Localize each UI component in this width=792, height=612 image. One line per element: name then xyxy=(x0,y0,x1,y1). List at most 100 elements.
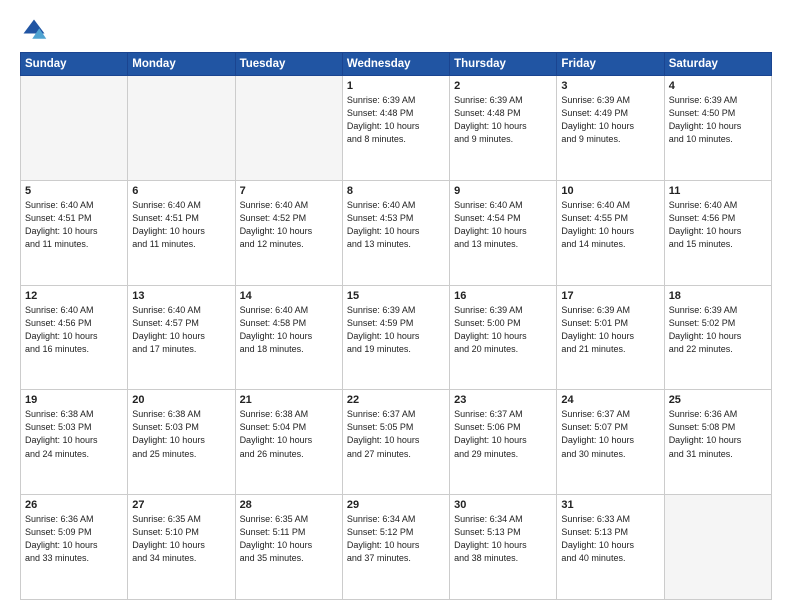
calendar-day-cell: 11 Sunrise: 6:40 AMSunset: 4:56 PMDayligh… xyxy=(664,180,771,285)
day-number: 30 xyxy=(454,499,552,511)
calendar-day-cell: 6 Sunrise: 6:40 AMSunset: 4:51 PMDaylight… xyxy=(128,180,235,285)
calendar-day-cell: 20 Sunrise: 6:38 AMSunset: 5:03 PMDayligh… xyxy=(128,390,235,495)
calendar-day-cell xyxy=(664,495,771,600)
calendar-day-cell: 10Sunrise: 6:40 AMSunset: 4:55 PMDayligh… xyxy=(557,180,664,285)
day-header: Sunday xyxy=(21,53,128,76)
calendar-day-cell: 31 Sunrise: 6:33 AMSunset: 5:13 PMDayligh… xyxy=(557,495,664,600)
day-info: Sunrise: 6:35 AMSunset: 5:10 PMDaylight:… xyxy=(132,513,230,565)
day-info: Sunrise: 6:39 AMSunset: 4:59 PMDaylight:… xyxy=(347,304,445,356)
calendar-day-cell: 2 Sunrise: 6:39 AMSunset: 4:48 PMDaylight… xyxy=(450,76,557,181)
day-info: Sunrise: 6:40 AMSunset: 4:53 PMDaylight:… xyxy=(347,199,445,251)
day-number: 19 xyxy=(25,394,123,406)
day-info: Sunrise: 6:39 AMSunset: 4:49 PMDaylight:… xyxy=(561,94,659,146)
day-info: Sunrise: 6:39 AMSunset: 5:02 PMDaylight:… xyxy=(669,304,767,356)
day-info: Sunrise: 6:40 AMSunset: 4:56 PMDaylight:… xyxy=(669,199,767,251)
day-info: Sunrise: 6:39 AMSunset: 4:48 PMDaylight:… xyxy=(347,94,445,146)
day-info: Sunrise: 6:33 AMSunset: 5:13 PMDaylight:… xyxy=(561,513,659,565)
calendar-header-row: SundayMondayTuesdayWednesdayThursdayFrid… xyxy=(21,53,772,76)
day-info: Sunrise: 6:37 AMSunset: 5:05 PMDaylight:… xyxy=(347,408,445,460)
calendar-day-cell: 7Sunrise: 6:40 AMSunset: 4:52 PMDaylight… xyxy=(235,180,342,285)
day-info: Sunrise: 6:36 AMSunset: 5:08 PMDaylight:… xyxy=(669,408,767,460)
calendar-day-cell: 25 Sunrise: 6:36 AMSunset: 5:08 PMDayligh… xyxy=(664,390,771,495)
calendar-week-row: 5Sunrise: 6:40 AMSunset: 4:51 PMDaylight… xyxy=(21,180,772,285)
day-number: 13 xyxy=(132,290,230,302)
day-number: 27 xyxy=(132,499,230,511)
day-number: 3 xyxy=(561,80,659,92)
day-number: 23 xyxy=(454,394,552,406)
day-info: Sunrise: 6:38 AMSunset: 5:03 PMDaylight:… xyxy=(132,408,230,460)
day-number: 6 xyxy=(132,185,230,197)
day-number: 9 xyxy=(454,185,552,197)
day-info: Sunrise: 6:40 AMSunset: 4:57 PMDaylight:… xyxy=(132,304,230,356)
calendar-day-cell xyxy=(235,76,342,181)
day-info: Sunrise: 6:40 AMSunset: 4:56 PMDaylight:… xyxy=(25,304,123,356)
day-info: Sunrise: 6:40 AMSunset: 4:52 PMDaylight:… xyxy=(240,199,338,251)
calendar-day-cell: 13 Sunrise: 6:40 AMSunset: 4:57 PMDayligh… xyxy=(128,285,235,390)
calendar-day-cell xyxy=(21,76,128,181)
calendar-day-cell: 12 Sunrise: 6:40 AMSunset: 4:56 PMDayligh… xyxy=(21,285,128,390)
day-info: Sunrise: 6:40 AMSunset: 4:51 PMDaylight:… xyxy=(25,199,123,251)
day-number: 16 xyxy=(454,290,552,302)
day-number: 21 xyxy=(240,394,338,406)
calendar-week-row: 19 Sunrise: 6:38 AMSunset: 5:03 PMDayligh… xyxy=(21,390,772,495)
day-info: Sunrise: 6:34 AMSunset: 5:13 PMDaylight:… xyxy=(454,513,552,565)
day-header: Wednesday xyxy=(342,53,449,76)
day-info: Sunrise: 6:38 AMSunset: 5:04 PMDaylight:… xyxy=(240,408,338,460)
calendar-day-cell: 15 Sunrise: 6:39 AMSunset: 4:59 PMDayligh… xyxy=(342,285,449,390)
day-header: Friday xyxy=(557,53,664,76)
day-number: 22 xyxy=(347,394,445,406)
day-number: 28 xyxy=(240,499,338,511)
day-info: Sunrise: 6:38 AMSunset: 5:03 PMDaylight:… xyxy=(25,408,123,460)
page: SundayMondayTuesdayWednesdayThursdayFrid… xyxy=(0,0,792,612)
day-number: 26 xyxy=(25,499,123,511)
calendar-day-cell: 23 Sunrise: 6:37 AMSunset: 5:06 PMDayligh… xyxy=(450,390,557,495)
day-number: 29 xyxy=(347,499,445,511)
day-header: Monday xyxy=(128,53,235,76)
day-info: Sunrise: 6:40 AMSunset: 4:58 PMDaylight:… xyxy=(240,304,338,356)
day-number: 11 xyxy=(669,185,767,197)
calendar-table: SundayMondayTuesdayWednesdayThursdayFrid… xyxy=(20,52,772,600)
logo-icon xyxy=(20,16,48,44)
calendar-day-cell: 22 Sunrise: 6:37 AMSunset: 5:05 PMDayligh… xyxy=(342,390,449,495)
calendar-day-cell xyxy=(128,76,235,181)
day-info: Sunrise: 6:37 AMSunset: 5:06 PMDaylight:… xyxy=(454,408,552,460)
day-number: 2 xyxy=(454,80,552,92)
day-info: Sunrise: 6:34 AMSunset: 5:12 PMDaylight:… xyxy=(347,513,445,565)
calendar-week-row: 26 Sunrise: 6:36 AMSunset: 5:09 PMDayligh… xyxy=(21,495,772,600)
day-info: Sunrise: 6:40 AMSunset: 4:51 PMDaylight:… xyxy=(132,199,230,251)
day-number: 31 xyxy=(561,499,659,511)
calendar-day-cell: 8 Sunrise: 6:40 AMSunset: 4:53 PMDaylight… xyxy=(342,180,449,285)
logo xyxy=(20,16,52,44)
calendar-week-row: 1 Sunrise: 6:39 AMSunset: 4:48 PMDaylight… xyxy=(21,76,772,181)
calendar-day-cell: 24 Sunrise: 6:37 AMSunset: 5:07 PMDayligh… xyxy=(557,390,664,495)
day-number: 8 xyxy=(347,185,445,197)
calendar-day-cell: 27 Sunrise: 6:35 AMSunset: 5:10 PMDayligh… xyxy=(128,495,235,600)
day-info: Sunrise: 6:39 AMSunset: 4:48 PMDaylight:… xyxy=(454,94,552,146)
calendar-day-cell: 16Sunrise: 6:39 AMSunset: 5:00 PMDayligh… xyxy=(450,285,557,390)
calendar-week-row: 12 Sunrise: 6:40 AMSunset: 4:56 PMDayligh… xyxy=(21,285,772,390)
calendar-day-cell: 3 Sunrise: 6:39 AMSunset: 4:49 PMDaylight… xyxy=(557,76,664,181)
day-info: Sunrise: 6:37 AMSunset: 5:07 PMDaylight:… xyxy=(561,408,659,460)
day-number: 15 xyxy=(347,290,445,302)
day-number: 20 xyxy=(132,394,230,406)
calendar-day-cell: 28Sunrise: 6:35 AMSunset: 5:11 PMDayligh… xyxy=(235,495,342,600)
calendar-day-cell: 14 Sunrise: 6:40 AMSunset: 4:58 PMDayligh… xyxy=(235,285,342,390)
day-header: Tuesday xyxy=(235,53,342,76)
calendar-day-cell: 4Sunrise: 6:39 AMSunset: 4:50 PMDaylight… xyxy=(664,76,771,181)
calendar-day-cell: 26 Sunrise: 6:36 AMSunset: 5:09 PMDayligh… xyxy=(21,495,128,600)
calendar-day-cell: 9 Sunrise: 6:40 AMSunset: 4:54 PMDaylight… xyxy=(450,180,557,285)
calendar-day-cell: 1 Sunrise: 6:39 AMSunset: 4:48 PMDaylight… xyxy=(342,76,449,181)
calendar-day-cell: 30 Sunrise: 6:34 AMSunset: 5:13 PMDayligh… xyxy=(450,495,557,600)
day-number: 1 xyxy=(347,80,445,92)
header xyxy=(20,16,772,44)
day-info: Sunrise: 6:36 AMSunset: 5:09 PMDaylight:… xyxy=(25,513,123,565)
day-number: 24 xyxy=(561,394,659,406)
calendar-day-cell: 19 Sunrise: 6:38 AMSunset: 5:03 PMDayligh… xyxy=(21,390,128,495)
calendar-day-cell: 5Sunrise: 6:40 AMSunset: 4:51 PMDaylight… xyxy=(21,180,128,285)
day-number: 17 xyxy=(561,290,659,302)
day-number: 25 xyxy=(669,394,767,406)
day-number: 14 xyxy=(240,290,338,302)
day-number: 12 xyxy=(25,290,123,302)
day-header: Saturday xyxy=(664,53,771,76)
day-info: Sunrise: 6:40 AMSunset: 4:54 PMDaylight:… xyxy=(454,199,552,251)
